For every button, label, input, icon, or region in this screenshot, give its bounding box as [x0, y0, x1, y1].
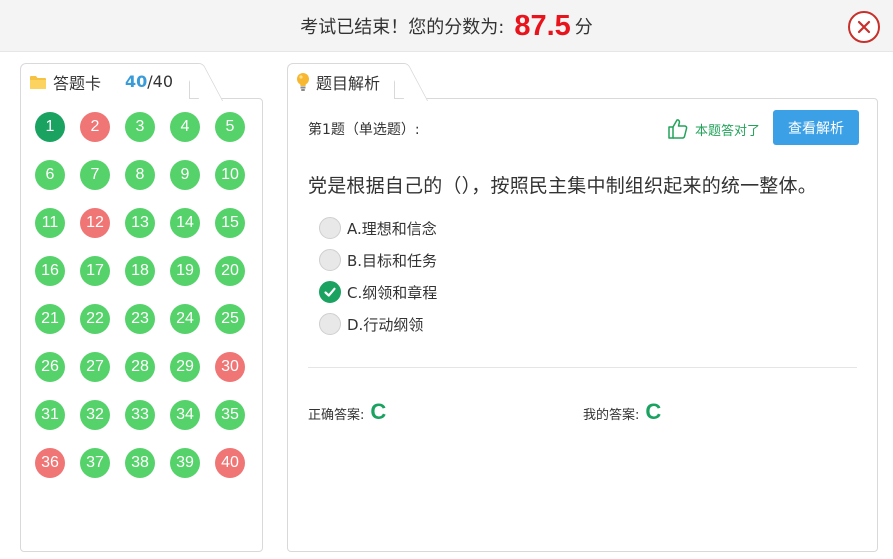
view-explanation-button[interactable]: 查看解析: [773, 110, 859, 145]
total-count: /40: [147, 72, 174, 91]
question-number-34[interactable]: 34: [170, 400, 200, 430]
lightbulb-icon: [296, 72, 310, 92]
question-number-35[interactable]: 35: [215, 400, 245, 430]
correct-answer-label: 正确答案:: [308, 408, 365, 423]
question-number-3[interactable]: 3: [125, 112, 155, 142]
question-number-15[interactable]: 15: [215, 208, 245, 238]
question-number-9[interactable]: 9: [170, 160, 200, 190]
question-number-23[interactable]: 23: [125, 304, 155, 334]
option-label: A.理想和信念: [347, 219, 437, 238]
question-number-14[interactable]: 14: [170, 208, 200, 238]
question-number-39[interactable]: 39: [170, 448, 200, 478]
question-number-2[interactable]: 2: [80, 112, 110, 142]
radio-checked[interactable]: [319, 281, 341, 303]
question-number-13[interactable]: 13: [125, 208, 155, 238]
question-number-21[interactable]: 21: [35, 304, 65, 334]
my-answer-label: 我的答案:: [583, 408, 640, 423]
question-number-22[interactable]: 22: [80, 304, 110, 334]
score-message: 考试已结束！您的分数为: 87.5 分: [0, 0, 893, 52]
question-number-18[interactable]: 18: [125, 256, 155, 286]
option-label: B.目标和任务: [347, 251, 438, 270]
question-number-27[interactable]: 27: [80, 352, 110, 382]
question-number-30[interactable]: 30: [215, 352, 245, 382]
check-icon: [324, 287, 336, 297]
question-number-4[interactable]: 4: [170, 112, 200, 142]
question-number-25[interactable]: 25: [215, 304, 245, 334]
radio-unchecked[interactable]: [319, 249, 341, 271]
question-number-16[interactable]: 16: [35, 256, 65, 286]
tab-answer-card[interactable]: 答题卡 40 /40: [20, 63, 190, 99]
score-value: 87.5: [514, 9, 571, 42]
question-number-8[interactable]: 8: [125, 160, 155, 190]
question-number-12[interactable]: 12: [80, 208, 110, 238]
option-1[interactable]: A.理想和信念: [319, 212, 437, 244]
tab-analysis[interactable]: 题目解析: [287, 63, 395, 99]
option-2[interactable]: B.目标和任务: [319, 244, 437, 276]
result-banner: 考试已结束！您的分数为: 87.5 分: [0, 0, 893, 52]
answer-card-panel: 1 2 3 4 5 6 7 8 9 10 11 12 13 14 15 16 17 18 19 20 21 22 23 24 2…: [20, 98, 263, 552]
divider: [308, 367, 857, 368]
question-number-29[interactable]: 29: [170, 352, 200, 382]
option-list: A.理想和信念 B.目标和任务 C.纲领和章程 D.行动纲领: [319, 212, 437, 340]
question-number-17[interactable]: 17: [80, 256, 110, 286]
close-button[interactable]: [848, 11, 880, 43]
question-number-6[interactable]: 6: [35, 160, 65, 190]
question-number-11[interactable]: 11: [35, 208, 65, 238]
question-header: 第1题（单选题）:: [308, 122, 420, 138]
question-number-24[interactable]: 24: [170, 304, 200, 334]
question-number-1[interactable]: 1: [35, 112, 65, 142]
score-suffix: 分: [574, 17, 593, 38]
answer-card-title: 答题卡: [53, 73, 102, 93]
question-number-20[interactable]: 20: [215, 256, 245, 286]
question-number-5[interactable]: 5: [215, 112, 245, 142]
analysis-panel: 第1题（单选题）: 本题答对了 查看解析 党是根据自己的（），按照民主集中制组织…: [287, 98, 878, 552]
question-number-7[interactable]: 7: [80, 160, 110, 190]
thumbs-up-icon: [667, 118, 689, 140]
question-number-grid: 1 2 3 4 5 6 7 8 9 10 11 12 13 14 15 16 17 18 19 20 21 22 23 24 2…: [35, 112, 245, 478]
question-number-31[interactable]: 31: [35, 400, 65, 430]
radio-unchecked[interactable]: [319, 313, 341, 335]
result-text: 本题答对了: [695, 123, 761, 139]
question-number-33[interactable]: 33: [125, 400, 155, 430]
question-number-40[interactable]: 40: [215, 448, 245, 478]
question-number-32[interactable]: 32: [80, 400, 110, 430]
option-label: C.纲领和章程: [347, 283, 438, 302]
score-prefix: 考试已结束！您的分数为:: [300, 17, 505, 38]
analysis-title: 题目解析: [316, 73, 381, 93]
correct-answer: 正确答案: C: [308, 399, 386, 425]
option-3[interactable]: C.纲领和章程: [319, 276, 437, 308]
option-4[interactable]: D.行动纲领: [319, 308, 437, 340]
question-text: 党是根据自己的（），按照民主集中制组织起来的统一整体。: [308, 175, 817, 197]
my-answer: 我的答案: C: [583, 399, 661, 425]
my-answer-value: C: [645, 399, 662, 424]
result-indicator: 本题答对了: [667, 118, 760, 140]
answered-count: 40: [125, 72, 148, 91]
option-label: D.行动纲领: [347, 315, 424, 334]
question-number-37[interactable]: 37: [80, 448, 110, 478]
question-number-26[interactable]: 26: [35, 352, 65, 382]
question-number-10[interactable]: 10: [215, 160, 245, 190]
question-number-36[interactable]: 36: [35, 448, 65, 478]
correct-answer-value: C: [370, 399, 387, 424]
radio-unchecked[interactable]: [319, 217, 341, 239]
question-number-28[interactable]: 28: [125, 352, 155, 382]
question-number-38[interactable]: 38: [125, 448, 155, 478]
question-number-19[interactable]: 19: [170, 256, 200, 286]
close-circle-icon: [857, 20, 871, 34]
folder-icon: [29, 74, 47, 90]
